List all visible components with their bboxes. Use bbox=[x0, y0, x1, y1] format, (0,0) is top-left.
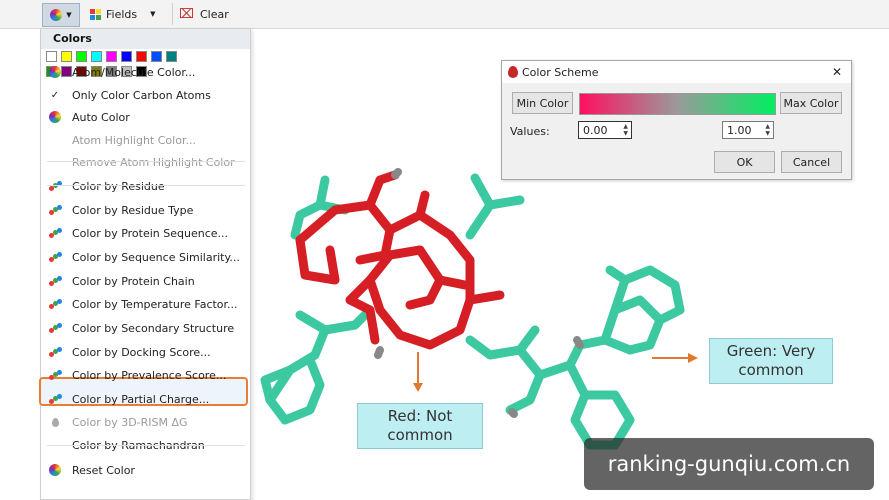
max-value-text: 1.00 bbox=[727, 123, 752, 137]
max-value-input[interactable]: 1.00 ▲ ▼ bbox=[722, 121, 774, 139]
max-color-button[interactable]: Max Color bbox=[780, 92, 842, 114]
min-color-button[interactable]: Min Color bbox=[512, 92, 573, 114]
ok-button[interactable]: OK bbox=[714, 151, 775, 173]
min-value-text: 0.00 bbox=[583, 123, 608, 137]
cancel-button[interactable]: Cancel bbox=[781, 151, 842, 173]
dialog-title: Color Scheme bbox=[522, 65, 599, 79]
values-label: Values: bbox=[510, 125, 550, 138]
min-value-input[interactable]: 0.00 ▲ ▼ bbox=[578, 121, 632, 139]
app-icon bbox=[508, 66, 518, 78]
dialog-title-bar: Color Scheme ✕ bbox=[502, 61, 851, 83]
spinner-arrows-icon[interactable]: ▲ ▼ bbox=[765, 123, 770, 137]
green-very-common-callout: Green: Very common bbox=[709, 338, 833, 384]
red-not-common-callout: Red: Not common bbox=[357, 403, 483, 449]
molecule-hydrogen-atoms bbox=[374, 168, 584, 418]
watermark: ranking-gunqiu.com.cn bbox=[584, 438, 874, 490]
color-scheme-dialog: Color Scheme ✕ Min Color Max Color Value… bbox=[501, 60, 852, 180]
spinner-arrows-icon[interactable]: ▲ ▼ bbox=[623, 123, 628, 137]
color-gradient-bar bbox=[579, 93, 776, 115]
close-icon[interactable]: ✕ bbox=[832, 65, 842, 79]
molecule-red-part bbox=[295, 170, 505, 350]
